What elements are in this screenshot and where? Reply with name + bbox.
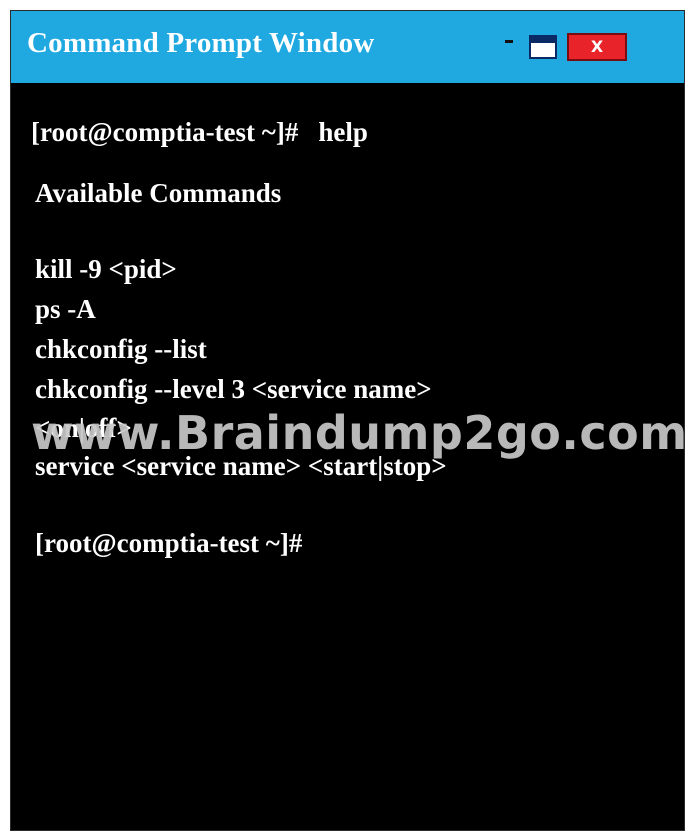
- final-prompt: [root@comptia-test ~]#: [35, 528, 303, 558]
- close-icon: X: [590, 37, 604, 56]
- terminal-output[interactable]: [root@comptia-test ~]# help Available Com…: [11, 83, 684, 832]
- command-line: <on|off>: [35, 413, 132, 443]
- maximize-icon: [531, 37, 555, 43]
- prompt-line: [root@comptia-test ~]# help: [31, 116, 368, 148]
- minimize-icon: [505, 40, 513, 43]
- minimize-button[interactable]: [503, 33, 517, 49]
- close-button[interactable]: X: [567, 33, 627, 61]
- command-line: chkconfig --list: [35, 334, 207, 364]
- command-line: service <service name> <start|stop>: [35, 451, 447, 481]
- window-title: Command Prompt Window: [27, 27, 375, 59]
- command-line: chkconfig --level 3 <service name>: [35, 374, 432, 404]
- available-commands-heading: Available Commands: [35, 178, 282, 208]
- command-line: ps -A: [35, 294, 96, 324]
- command-line: kill -9 <pid>: [35, 254, 177, 284]
- title-bar[interactable]: Command Prompt Window X: [11, 11, 684, 83]
- maximize-button[interactable]: [529, 35, 557, 59]
- prompt: [root@comptia-test ~]#: [31, 117, 299, 147]
- entered-command: help: [318, 117, 368, 147]
- command-prompt-window: Command Prompt Window X [root@comptia-te…: [10, 10, 687, 832]
